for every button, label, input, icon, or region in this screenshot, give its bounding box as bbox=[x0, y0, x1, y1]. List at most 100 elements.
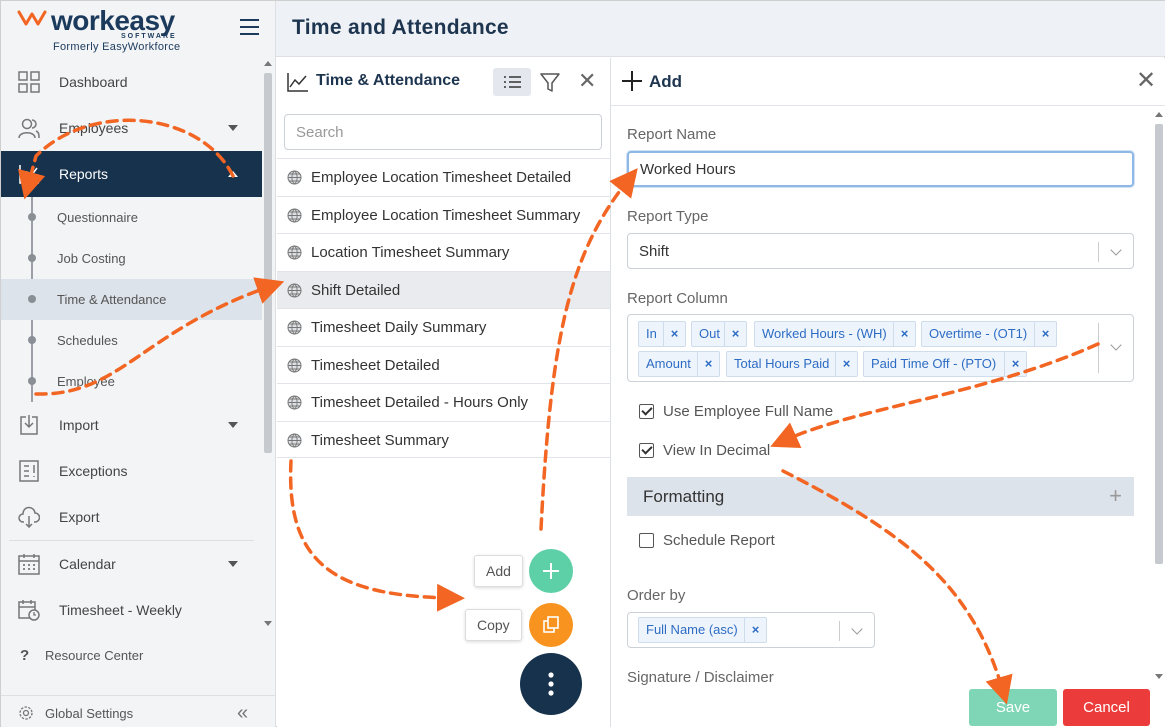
reports-submenu: Questionnaire Job Costing Time & Attenda… bbox=[1, 197, 262, 402]
global-settings-link[interactable]: Global Settings « bbox=[1, 695, 276, 727]
report-item-label: Employee Location Timesheet Summary bbox=[311, 206, 581, 224]
bullet-dot bbox=[28, 295, 36, 303]
sidebar-item-exceptions[interactable]: Exceptions bbox=[1, 448, 262, 494]
expand-plus-icon[interactable]: + bbox=[1109, 483, 1122, 509]
copy-report-button[interactable] bbox=[529, 603, 573, 647]
report-item[interactable]: Location Timesheet Summary bbox=[277, 233, 610, 271]
globe-icon bbox=[287, 358, 302, 373]
report-item[interactable]: Timesheet Detailed bbox=[277, 345, 610, 384]
remove-chip-icon[interactable]: × bbox=[835, 352, 857, 376]
report-name-label: Report Name bbox=[627, 126, 717, 143]
sidebar-scrollbar[interactable] bbox=[262, 59, 274, 634]
subitem-label: Questionnaire bbox=[57, 210, 138, 225]
sidebar-item-label: Exceptions bbox=[59, 463, 128, 479]
remove-chip-icon[interactable]: × bbox=[893, 322, 915, 346]
column-chip: Overtime - (OT1) × bbox=[921, 321, 1057, 347]
chip-label: Amount bbox=[646, 356, 691, 371]
line-chart-icon bbox=[287, 73, 308, 92]
cancel-button[interactable]: Cancel bbox=[1063, 689, 1150, 726]
filter-icon[interactable] bbox=[539, 71, 561, 93]
checkbox-checked[interactable] bbox=[639, 443, 654, 458]
report-column-multiselect[interactable]: In × Out × Worked Hours - (WH) × Overtime -… bbox=[627, 314, 1134, 382]
report-item-label: Timesheet Daily Summary bbox=[311, 319, 487, 336]
sidebar-item-reports[interactable]: Reports bbox=[1, 151, 262, 197]
hamburger-menu-icon[interactable] bbox=[240, 19, 259, 35]
scroll-up-icon[interactable] bbox=[1155, 112, 1163, 117]
sidebar-item-dashboard[interactable]: Dashboard bbox=[1, 59, 262, 105]
save-button[interactable]: Save bbox=[969, 689, 1057, 726]
more-actions-button[interactable] bbox=[520, 653, 582, 715]
use-full-name-label: Use Employee Full Name bbox=[663, 403, 834, 420]
report-item[interactable]: Timesheet Summary bbox=[277, 420, 610, 458]
chip-label: Out bbox=[699, 326, 720, 341]
sidebar-scroll-thumb[interactable] bbox=[264, 73, 272, 453]
sidebar-item-calendar[interactable]: Calendar bbox=[1, 541, 262, 587]
report-item[interactable]: Timesheet Daily Summary bbox=[277, 308, 610, 346]
report-name-value: Worked Hours bbox=[640, 160, 736, 178]
report-type-value: Shift bbox=[639, 242, 670, 260]
scroll-down-icon[interactable] bbox=[264, 621, 272, 626]
scroll-up-icon[interactable] bbox=[264, 61, 272, 66]
report-item[interactable]: Employee Location Timesheet Summary bbox=[277, 195, 610, 234]
sidebar-item-employees[interactable]: Employees bbox=[1, 105, 262, 151]
sidebar-item-label: Import bbox=[59, 417, 99, 433]
report-item-label: Shift Detailed bbox=[311, 281, 401, 299]
sidebar-subitem-job-costing[interactable]: Job Costing bbox=[1, 238, 262, 279]
checkbox-checked[interactable] bbox=[639, 404, 654, 419]
remove-chip-icon[interactable]: × bbox=[697, 352, 719, 376]
chevron-down-icon bbox=[228, 561, 238, 567]
close-icon[interactable]: ✕ bbox=[1136, 69, 1156, 93]
signature-label: Signature / Disclaimer bbox=[627, 669, 774, 686]
chart-icon bbox=[19, 165, 39, 184]
remove-chip-icon[interactable]: × bbox=[744, 618, 766, 642]
remove-chip-icon[interactable]: × bbox=[663, 322, 685, 346]
order-by-select[interactable]: Full Name (asc) × bbox=[627, 612, 875, 648]
globe-icon bbox=[287, 395, 302, 410]
sidebar-item-import[interactable]: Import bbox=[1, 402, 262, 448]
remove-chip-icon[interactable]: × bbox=[1034, 322, 1056, 346]
form-scroll-thumb[interactable] bbox=[1155, 124, 1163, 564]
gear-icon bbox=[19, 706, 33, 720]
report-list: Employee Location Timesheet Detailed Emp… bbox=[277, 158, 610, 458]
list-icon bbox=[504, 76, 521, 88]
formatting-section[interactable]: Formatting + bbox=[627, 477, 1134, 516]
copy-tooltip: Copy bbox=[465, 609, 522, 641]
sidebar-subitem-questionnaire[interactable]: Questionnaire bbox=[1, 197, 262, 238]
search-input[interactable] bbox=[284, 114, 602, 150]
report-type-select[interactable]: Shift bbox=[627, 233, 1134, 269]
remove-chip-icon[interactable]: × bbox=[1004, 352, 1026, 376]
resource-center-link[interactable]: ? Resource Center bbox=[1, 639, 262, 673]
chevron-down-icon bbox=[1110, 339, 1122, 351]
column-chip: Worked Hours - (WH) × bbox=[754, 321, 916, 347]
calendar-icon bbox=[18, 554, 40, 575]
page-header: Time and Attendance bbox=[276, 1, 1165, 57]
formatting-label: Formatting bbox=[643, 487, 725, 506]
report-name-input[interactable]: Worked Hours bbox=[627, 151, 1134, 187]
sidebar-item-timesheet-weekly[interactable]: Timesheet - Weekly bbox=[1, 587, 262, 633]
select-separator bbox=[1098, 323, 1099, 373]
report-item-selected[interactable]: Shift Detailed bbox=[277, 270, 610, 308]
checkbox-unchecked[interactable] bbox=[639, 533, 654, 548]
chevron-down-icon bbox=[851, 623, 863, 635]
subitem-label: Job Costing bbox=[57, 251, 126, 266]
collapse-sidebar-icon[interactable]: « bbox=[237, 702, 248, 725]
bullet-dot bbox=[28, 254, 36, 262]
close-icon[interactable]: ✕ bbox=[578, 70, 598, 92]
sidebar-subitem-schedules[interactable]: Schedules bbox=[1, 320, 262, 361]
report-item[interactable]: Employee Location Timesheet Detailed bbox=[277, 158, 610, 196]
sidebar-item-label: Reports bbox=[59, 166, 109, 182]
sidebar-subitem-time-attendance[interactable]: Time & Attendance bbox=[1, 279, 262, 320]
sidebar-subitem-employee[interactable]: Employee bbox=[1, 361, 262, 402]
scroll-down-icon[interactable] bbox=[1155, 674, 1163, 679]
list-view-button[interactable] bbox=[493, 68, 531, 96]
brand-sub: SOFTWARE bbox=[121, 33, 177, 40]
globe-icon bbox=[287, 245, 302, 260]
schedule-report-label: Schedule Report bbox=[663, 532, 775, 549]
sidebar-item-export[interactable]: Export bbox=[1, 494, 262, 540]
report-item[interactable]: Timesheet Detailed - Hours Only bbox=[277, 383, 610, 421]
remove-chip-icon[interactable]: × bbox=[724, 322, 746, 346]
chip-label: Total Hours Paid bbox=[734, 356, 830, 371]
form-scrollbar[interactable] bbox=[1153, 108, 1164, 688]
sidebar-nav: Dashboard Employees Reports Questionnair… bbox=[1, 59, 262, 633]
add-report-button[interactable] bbox=[529, 549, 573, 593]
